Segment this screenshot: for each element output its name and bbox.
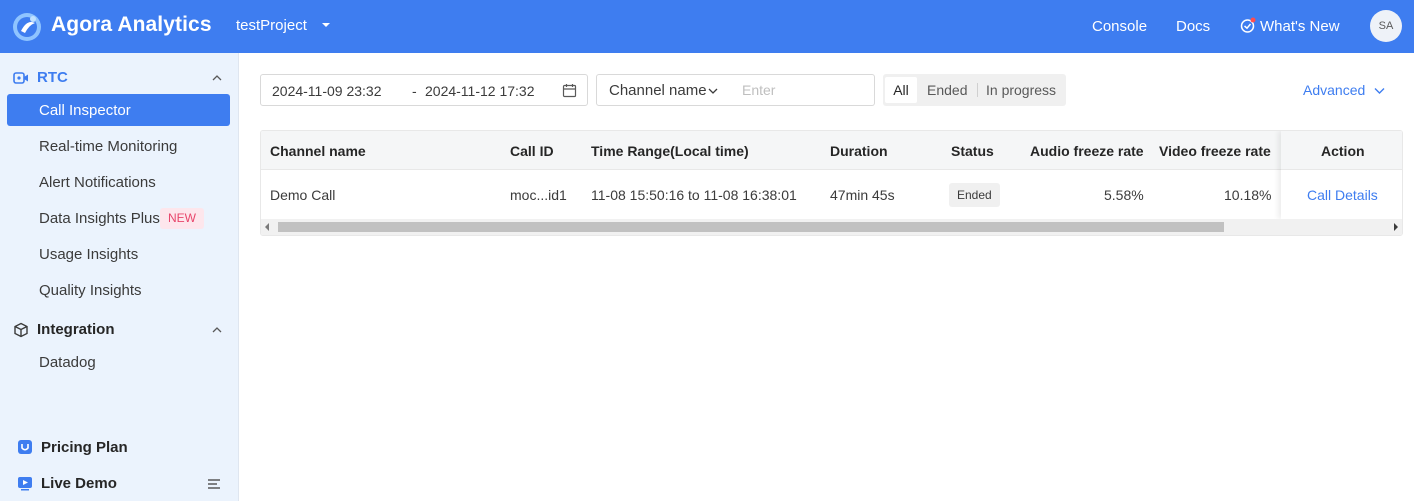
column-status: Status bbox=[951, 143, 994, 159]
sidebar-group-title: RTC bbox=[37, 69, 68, 86]
sidebar-pricing-plan[interactable]: Pricing Plan bbox=[0, 434, 239, 460]
caret-down-icon[interactable] bbox=[320, 19, 332, 31]
agora-logo-icon[interactable] bbox=[11, 11, 43, 43]
status-filter-tabs: All Ended In progress bbox=[883, 74, 1066, 106]
sidebar-item-label: Real-time Monitoring bbox=[39, 138, 178, 155]
top-bar: Agora Analytics testProject Console Docs… bbox=[0, 0, 1414, 53]
scroll-left-arrow-icon[interactable] bbox=[265, 223, 269, 231]
sidebar-group-title: Integration bbox=[37, 321, 115, 338]
table-header: Channel name Call ID Time Range(Local ti… bbox=[261, 131, 1402, 170]
calendar-icon[interactable] bbox=[562, 83, 577, 98]
cell-audio-freeze-rate: 5.58% bbox=[1104, 187, 1144, 203]
column-action: Action bbox=[1321, 143, 1365, 159]
sidebar-pricing-plan-label: Pricing Plan bbox=[41, 439, 128, 456]
sidebar-item-label: Usage Insights bbox=[39, 246, 139, 263]
cell-channel-name: Demo Call bbox=[270, 187, 336, 203]
search-field-select[interactable]: Channel name bbox=[596, 74, 731, 106]
sidebar-item-realtime-monitoring[interactable]: Real-time Monitoring bbox=[7, 130, 230, 162]
live-demo-icon bbox=[18, 477, 32, 491]
column-video-freeze-rate: Video freeze rate bbox=[1159, 143, 1271, 159]
sidebar-live-demo-label: Live Demo bbox=[41, 475, 117, 492]
chevron-up-icon[interactable] bbox=[211, 324, 223, 336]
sidebar-item-alert-notifications[interactable]: Alert Notifications bbox=[7, 166, 230, 198]
new-badge: NEW bbox=[160, 208, 204, 229]
cell-call-id: moc...id1 bbox=[510, 187, 567, 203]
scrollbar-thumb[interactable] bbox=[278, 222, 1224, 232]
gift-badge-icon[interactable] bbox=[1239, 17, 1256, 34]
sidebar-item-label: Quality Insights bbox=[39, 282, 142, 299]
sidebar-item-call-inspector[interactable]: Call Inspector bbox=[7, 94, 230, 126]
nav-console[interactable]: Console bbox=[1092, 18, 1147, 35]
horizontal-scrollbar[interactable] bbox=[261, 219, 1402, 235]
cell-time-range: 11-08 15:50:16 to 11-08 16:38:01 bbox=[591, 187, 797, 203]
column-duration: Duration bbox=[830, 143, 888, 159]
column-channel-name: Channel name bbox=[270, 143, 366, 159]
tab-all[interactable]: All bbox=[885, 77, 917, 103]
sidebar-item-datadog[interactable]: Datadog bbox=[7, 346, 230, 378]
cell-video-freeze-rate: 10.18% bbox=[1224, 187, 1272, 203]
sidebar-item-usage-insights[interactable]: Usage Insights bbox=[7, 238, 230, 270]
scroll-right-arrow-icon[interactable] bbox=[1394, 223, 1398, 231]
tab-divider bbox=[977, 83, 978, 97]
date-separator: - bbox=[412, 83, 417, 99]
search-field-value: Channel name bbox=[609, 82, 707, 99]
search-input[interactable] bbox=[730, 74, 875, 106]
calls-table: Channel name Call ID Time Range(Local ti… bbox=[260, 130, 1403, 236]
date-end[interactable]: 2024-11-12 17:32 bbox=[425, 83, 535, 99]
action-column: Action Call Details bbox=[1281, 131, 1402, 219]
sidebar-item-label: Datadog bbox=[39, 354, 96, 371]
column-audio-freeze-rate: Audio freeze rate bbox=[1030, 143, 1144, 159]
app-title[interactable]: Agora Analytics bbox=[51, 13, 212, 37]
pricing-plan-icon bbox=[18, 440, 32, 454]
tab-ended[interactable]: Ended bbox=[927, 77, 967, 103]
chevron-down-icon bbox=[708, 88, 718, 94]
chevron-down-icon[interactable] bbox=[1373, 84, 1386, 97]
sidebar-item-label: Alert Notifications bbox=[39, 174, 156, 191]
chevron-up-icon[interactable] bbox=[211, 72, 223, 84]
sidebar-item-quality-insights[interactable]: Quality Insights bbox=[7, 274, 230, 306]
sidebar-item-data-insights-plus[interactable]: Data Insights Plus NEW bbox=[7, 202, 230, 234]
call-details-link[interactable]: Call Details bbox=[1307, 187, 1378, 203]
project-selector[interactable]: testProject bbox=[236, 17, 307, 34]
cell-duration: 47min 45s bbox=[830, 187, 895, 203]
column-time-range: Time Range(Local time) bbox=[591, 143, 749, 159]
date-start[interactable]: 2024-11-09 23:32 bbox=[272, 83, 382, 99]
sidebar-group-rtc[interactable]: RTC bbox=[0, 65, 239, 91]
column-action-header: Action bbox=[1281, 131, 1402, 170]
sidebar-item-label: Data Insights Plus bbox=[39, 210, 160, 227]
video-call-icon bbox=[13, 72, 28, 84]
sidebar-group-integration[interactable]: Integration bbox=[0, 317, 239, 343]
nav-whats-new[interactable]: What's New bbox=[1260, 18, 1340, 35]
nav-docs[interactable]: Docs bbox=[1176, 18, 1210, 35]
sidebar-item-label: Call Inspector bbox=[39, 102, 131, 119]
user-avatar[interactable]: SA bbox=[1370, 10, 1402, 42]
date-range-picker[interactable]: 2024-11-09 23:32 - 2024-11-12 17:32 bbox=[260, 74, 588, 106]
tab-in-progress[interactable]: In progress bbox=[986, 77, 1056, 103]
status-badge: Ended bbox=[949, 183, 1000, 207]
sidebar: RTC Call Inspector Real-time Monitoring … bbox=[0, 53, 239, 501]
collapse-menu-icon[interactable] bbox=[207, 478, 221, 490]
advanced-filter-toggle[interactable]: Advanced bbox=[1303, 82, 1365, 98]
cube-icon bbox=[14, 322, 28, 338]
column-call-id: Call ID bbox=[510, 143, 554, 159]
sidebar-live-demo[interactable]: Live Demo bbox=[0, 470, 239, 496]
